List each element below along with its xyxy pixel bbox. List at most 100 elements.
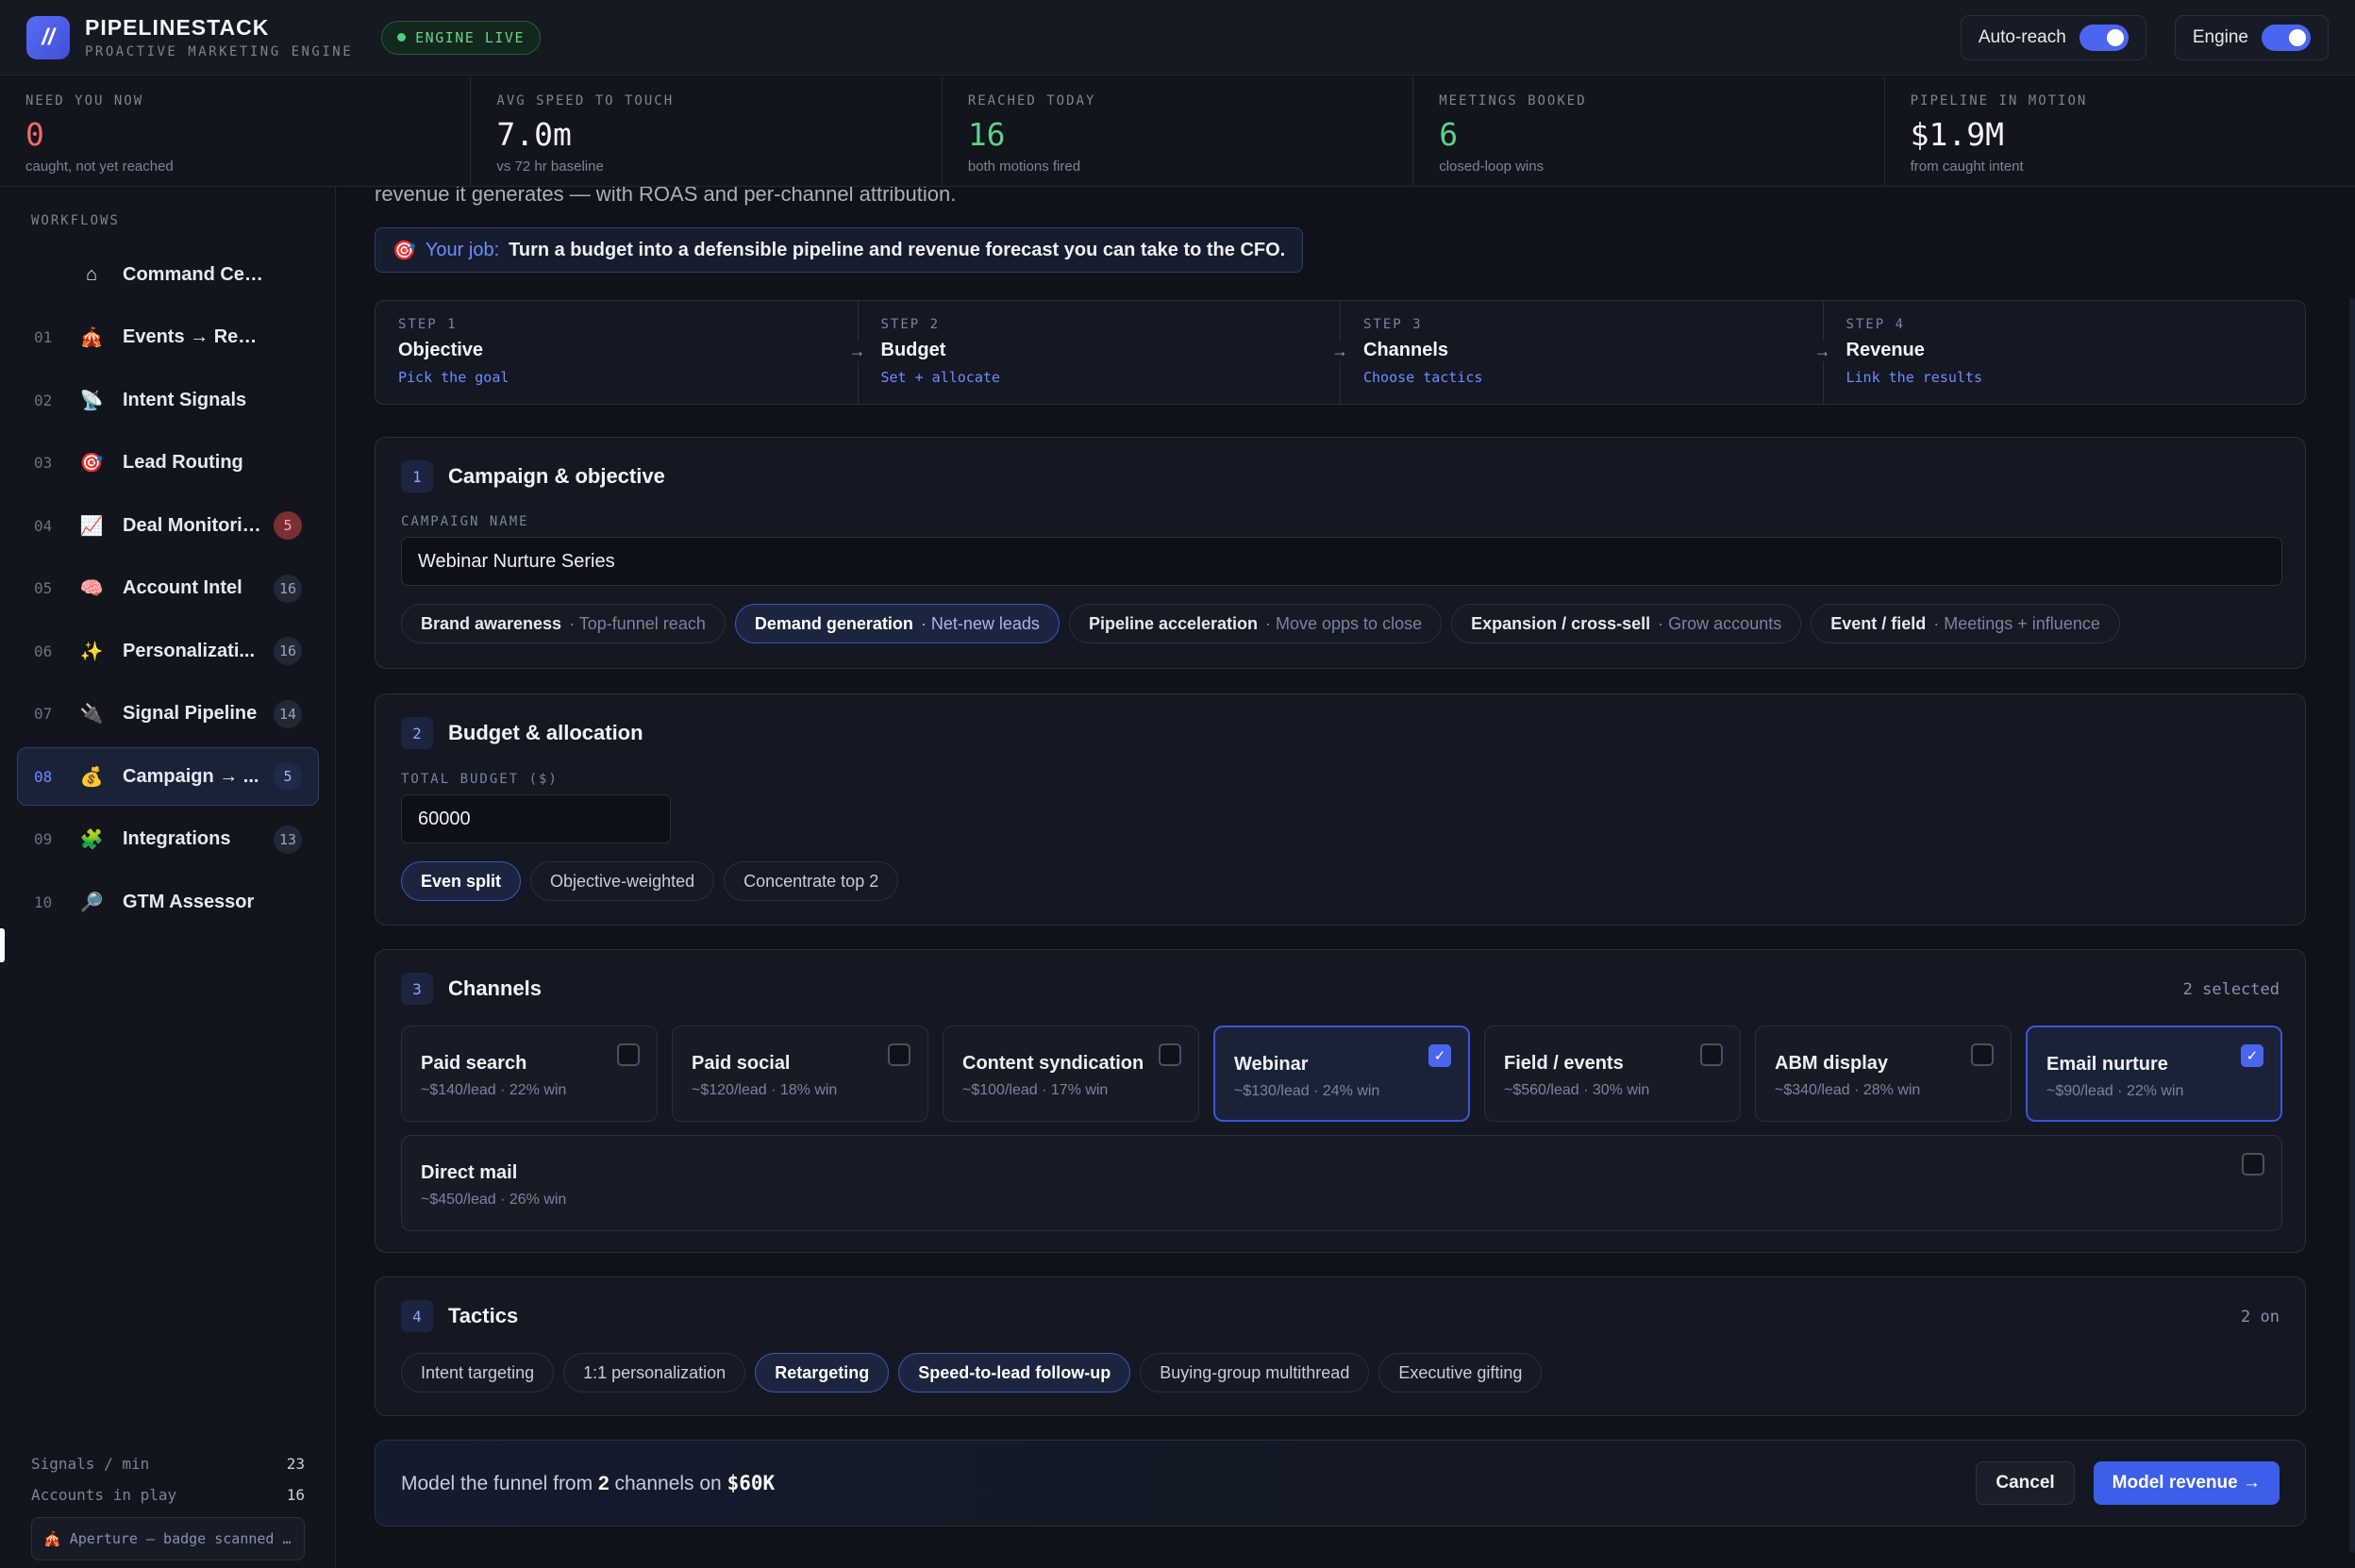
objective-expansion[interactable]: Expansion / cross-sell · Grow accounts xyxy=(1451,604,1802,643)
cancel-button[interactable]: Cancel xyxy=(1976,1461,2075,1505)
plug-icon: 🔌 xyxy=(79,704,104,725)
option-desc: · Meetings + influence xyxy=(1933,613,2100,633)
stat-need-you-now: NEED YOU NOW 0 caught, not yet reached xyxy=(0,76,472,186)
nav-label: Lead Routing xyxy=(123,452,243,473)
checkmark-icon[interactable]: ✓ xyxy=(2241,1044,2263,1067)
selected-count: 2 selected xyxy=(2182,980,2280,999)
stat-value: 16 xyxy=(286,1486,305,1504)
step-title: Revenue xyxy=(1846,340,1925,360)
engine-switch[interactable] xyxy=(2262,24,2311,51)
mode-objective-weighted[interactable]: Objective-weighted xyxy=(530,861,715,901)
channel-field-events[interactable]: Field / events ~$560/lead · 30% win xyxy=(1484,1026,1741,1122)
checkbox[interactable] xyxy=(1700,1043,1723,1066)
nav-item-deal-monitoring[interactable]: 04 📈 Deal Monitoring 5 xyxy=(17,496,319,555)
tactic-1-1-personalization[interactable]: 1:1 personalization xyxy=(563,1353,746,1393)
nav-number: 04 xyxy=(34,516,53,535)
objective-event-field[interactable]: Event / field · Meetings + influence xyxy=(1811,604,2120,643)
channel-abm-display[interactable]: ABM display ~$340/lead · 28% win xyxy=(1755,1026,2012,1122)
arrow-right-icon: → xyxy=(1329,341,1350,361)
tactic-intent-targeting[interactable]: Intent targeting xyxy=(401,1353,555,1393)
channel-stats: ~$120/lead · 18% win xyxy=(692,1082,838,1098)
option-title: Executive gifting xyxy=(1398,1362,1523,1382)
channel-stats: ~$130/lead · 24% win xyxy=(1234,1083,1380,1099)
channel-paid-social[interactable]: Paid social ~$120/lead · 18% win xyxy=(672,1026,928,1122)
nav-item-gtm-assessor[interactable]: 10 🔎 GTM Assessor xyxy=(17,873,319,931)
section-number: 4 xyxy=(401,1300,433,1332)
stat-reached-today: REACHED TODAY 16 both motions fired xyxy=(943,76,1414,186)
nav-item-account-intel[interactable]: 05 🧠 Account Intel 16 xyxy=(17,559,319,618)
auto-reach-switch[interactable] xyxy=(2079,24,2129,51)
stat-value: 23 xyxy=(286,1455,305,1473)
tactic-speed-to-lead[interactable]: Speed-to-lead follow-up xyxy=(898,1353,1131,1393)
objective-pipeline-acceleration[interactable]: Pipeline acceleration · Move opps to clos… xyxy=(1068,604,1443,643)
step-channels[interactable]: → STEP 3 Channels Choose tactics xyxy=(1329,301,1824,404)
checkmark-icon[interactable]: ✓ xyxy=(1428,1044,1451,1067)
checkbox[interactable] xyxy=(1159,1043,1181,1066)
nav-item-intent-signals[interactable]: 02 📡 Intent Signals xyxy=(17,371,319,429)
option-title: Even split xyxy=(421,871,502,891)
objective-demand-generation[interactable]: Demand generation · Net-new leads xyxy=(734,604,1060,643)
nav-item-events-revenue[interactable]: 01 🎪 Events → Revenue xyxy=(17,309,319,367)
stat-pipeline: PIPELINE IN MOTION $1.9M from caught int… xyxy=(1885,76,2355,186)
tactic-retargeting[interactable]: Retargeting xyxy=(755,1353,890,1393)
engine-label: Engine xyxy=(2192,26,2248,47)
checkbox[interactable] xyxy=(617,1043,640,1066)
nav-item-lead-routing[interactable]: 03 🎯 Lead Routing xyxy=(17,434,319,492)
sparkles-icon: ✨ xyxy=(79,641,104,662)
tactic-buying-group[interactable]: Buying-group multithread xyxy=(1140,1353,1370,1393)
stat-value: 6 xyxy=(1439,116,1459,153)
objective-options: Brand awareness · Top-funnel reach Demand… xyxy=(401,604,2120,643)
satellite-icon: 📡 xyxy=(79,390,104,411)
step-objective[interactable]: STEP 1 Objective Pick the goal xyxy=(376,301,859,404)
step-subtitle: Choose tactics xyxy=(1363,369,1483,386)
campaign-name-input[interactable]: Webinar Nurture Series xyxy=(401,537,2282,586)
checkbox[interactable] xyxy=(1971,1043,1994,1066)
checkbox[interactable] xyxy=(888,1043,910,1066)
channel-name: Paid search xyxy=(421,1053,527,1074)
option-desc: · Move opps to close xyxy=(1265,613,1423,633)
stat-value: 16 xyxy=(967,116,1006,153)
channel-paid-search[interactable]: Paid search ~$140/lead · 22% win xyxy=(401,1026,658,1122)
arrow-right-icon: → xyxy=(1812,341,1833,361)
logo-icon: // xyxy=(26,15,70,59)
summary-budget: $60K xyxy=(727,1471,776,1494)
channel-stats: ~$340/lead · 28% win xyxy=(1775,1082,1921,1098)
nav-item-integrations[interactable]: 09 🧩 Integrations 13 xyxy=(17,810,319,869)
scrollbar[interactable] xyxy=(2349,298,2355,1553)
nav-item-personalization[interactable]: 06 ✨ Personalizati... 16 xyxy=(17,622,319,680)
nav-item-campaign-revenue[interactable]: 08 💰 Campaign → ... 5 xyxy=(17,747,319,806)
mode-even-split[interactable]: Even split xyxy=(401,861,522,901)
activity-ticker[interactable]: 🎪 Aperture — badge scanned … xyxy=(31,1517,305,1560)
brain-icon: 🧠 xyxy=(79,578,104,599)
count-badge: 13 xyxy=(273,825,302,854)
step-subtitle: Set + allocate xyxy=(880,369,1000,386)
model-revenue-button[interactable]: Model revenue → xyxy=(2093,1461,2280,1505)
channel-content-syndication[interactable]: Content syndication ~$100/lead · 17% win xyxy=(943,1026,1199,1122)
objective-brand-awareness[interactable]: Brand awareness · Top-funnel reach xyxy=(401,604,726,643)
nav-item-signal-pipeline[interactable]: 07 🔌 Signal Pipeline 14 xyxy=(17,685,319,743)
engine-toggle[interactable]: Engine xyxy=(2174,14,2329,60)
mode-concentrate-top-2[interactable]: Concentrate top 2 xyxy=(724,861,899,901)
stat-label: Signals / min xyxy=(31,1455,150,1473)
top-bar: // PIPELINESTACK PROACTIVE MARKETING ENG… xyxy=(0,0,2355,75)
auto-reach-toggle[interactable]: Auto-reach xyxy=(1960,14,2146,60)
tactic-executive-gifting[interactable]: Executive gifting xyxy=(1378,1353,1543,1393)
nav-label: Personalizati... xyxy=(123,640,256,661)
card-header: 4 Tactics xyxy=(401,1300,518,1332)
channel-email-nurture[interactable]: Email nurture ~$90/lead · 22% win ✓ xyxy=(2026,1026,2282,1122)
channel-webinar[interactable]: Webinar ~$130/lead · 24% win ✓ xyxy=(1213,1026,1470,1122)
engine-status-label: ENGINE LIVE xyxy=(415,28,525,46)
total-budget-input[interactable]: 60000 xyxy=(401,794,671,843)
step-revenue[interactable]: → STEP 4 Revenue Link the results xyxy=(1812,301,2306,404)
active-indicator xyxy=(0,928,5,962)
stat-avg-speed: AVG SPEED TO TOUCH 7.0m vs 72 hr baselin… xyxy=(471,76,943,186)
option-title: Event / field xyxy=(1830,613,1927,633)
step-title: Channels xyxy=(1363,340,1449,360)
step-budget[interactable]: → STEP 2 Budget Set + allocate xyxy=(846,301,1341,404)
stat-label: NEED YOU NOW xyxy=(25,93,144,108)
nav-number: 10 xyxy=(34,892,53,911)
channel-direct-mail[interactable]: Direct mail ~$450/lead · 26% win xyxy=(401,1135,2282,1231)
checkbox[interactable] xyxy=(2242,1153,2264,1176)
campaign-card: 1 Campaign & objective CAMPAIGN NAME Web… xyxy=(375,437,2306,669)
nav-item-command-center[interactable]: ⌂ Command Center xyxy=(17,245,319,304)
